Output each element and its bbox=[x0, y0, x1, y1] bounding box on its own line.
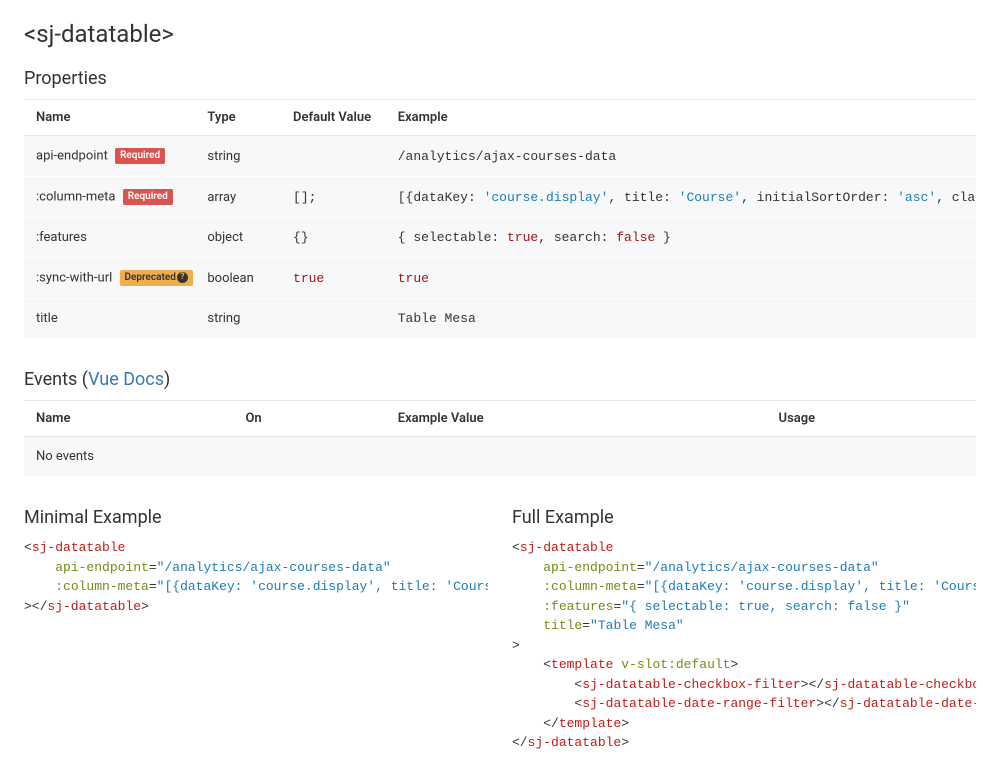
prop-name: :sync-with-url bbox=[36, 271, 112, 286]
minimal-example-code: <sj-datatable api-endpoint="/analytics/a… bbox=[24, 538, 488, 616]
minimal-example-heading: Minimal Example bbox=[24, 507, 488, 528]
table-row: title string Table Mesa bbox=[24, 299, 976, 339]
properties-table: Name Type Default Value Example api-endp… bbox=[24, 99, 976, 339]
deprecated-badge: Deprecated? bbox=[120, 270, 193, 286]
prop-type: object bbox=[195, 218, 281, 258]
prop-type: string bbox=[195, 299, 281, 339]
required-badge: Required bbox=[123, 189, 173, 205]
table-row: api-endpoint Required string /analytics/… bbox=[24, 136, 976, 177]
help-icon[interactable]: ? bbox=[177, 272, 188, 283]
properties-section: Properties Name Type Default Value Examp… bbox=[24, 68, 976, 339]
th-name: Name bbox=[24, 100, 195, 136]
prop-example: [{dataKey: 'course.display', title: 'Cou… bbox=[386, 177, 976, 218]
full-example: Full Example <sj-datatable api-endpoint=… bbox=[512, 507, 976, 753]
prop-type: string bbox=[195, 136, 281, 177]
events-heading: Events (Vue Docs) bbox=[24, 369, 976, 390]
examples-row: Minimal Example <sj-datatable api-endpoi… bbox=[24, 507, 976, 753]
prop-default bbox=[281, 136, 386, 177]
no-events-cell: No events bbox=[24, 437, 976, 477]
prop-default: true bbox=[281, 258, 386, 299]
vue-docs-link[interactable]: Vue Docs bbox=[88, 369, 164, 390]
th-name: Name bbox=[24, 401, 233, 437]
prop-name: api-endpoint bbox=[36, 148, 108, 163]
required-badge: Required bbox=[115, 148, 165, 164]
th-example-value: Example Value bbox=[386, 401, 767, 437]
th-default: Default Value bbox=[281, 100, 386, 136]
page-title: <sj-datatable> bbox=[24, 20, 976, 48]
full-example-heading: Full Example bbox=[512, 507, 976, 528]
full-example-code: <sj-datatable api-endpoint="/analytics/a… bbox=[512, 538, 976, 753]
table-row: No events bbox=[24, 437, 976, 477]
th-example: Example bbox=[386, 100, 976, 136]
prop-example: true bbox=[386, 258, 976, 299]
prop-type: boolean bbox=[195, 258, 281, 299]
properties-heading: Properties bbox=[24, 68, 976, 89]
prop-default: {} bbox=[281, 218, 386, 258]
th-type: Type bbox=[195, 100, 281, 136]
prop-default bbox=[281, 299, 386, 339]
minimal-example: Minimal Example <sj-datatable api-endpoi… bbox=[24, 507, 488, 753]
prop-name: :features bbox=[24, 218, 195, 258]
th-usage: Usage bbox=[767, 401, 976, 437]
events-section: Events (Vue Docs) Name On Example Value … bbox=[24, 369, 976, 477]
prop-type: array bbox=[195, 177, 281, 218]
th-on: On bbox=[233, 401, 385, 437]
prop-example: { selectable: true, search: false } bbox=[386, 218, 976, 258]
events-table: Name On Example Value Usage No events bbox=[24, 400, 976, 477]
prop-name: :column-meta bbox=[36, 189, 116, 204]
prop-name: title bbox=[24, 299, 195, 339]
table-row: :features object {} { selectable: true, … bbox=[24, 218, 976, 258]
prop-example: /analytics/ajax-courses-data bbox=[386, 136, 976, 177]
table-row: :column-meta Required array []; [{dataKe… bbox=[24, 177, 976, 218]
prop-example: Table Mesa bbox=[386, 299, 976, 339]
prop-default: []; bbox=[281, 177, 386, 218]
table-row: :sync-with-url Deprecated? boolean true … bbox=[24, 258, 976, 299]
